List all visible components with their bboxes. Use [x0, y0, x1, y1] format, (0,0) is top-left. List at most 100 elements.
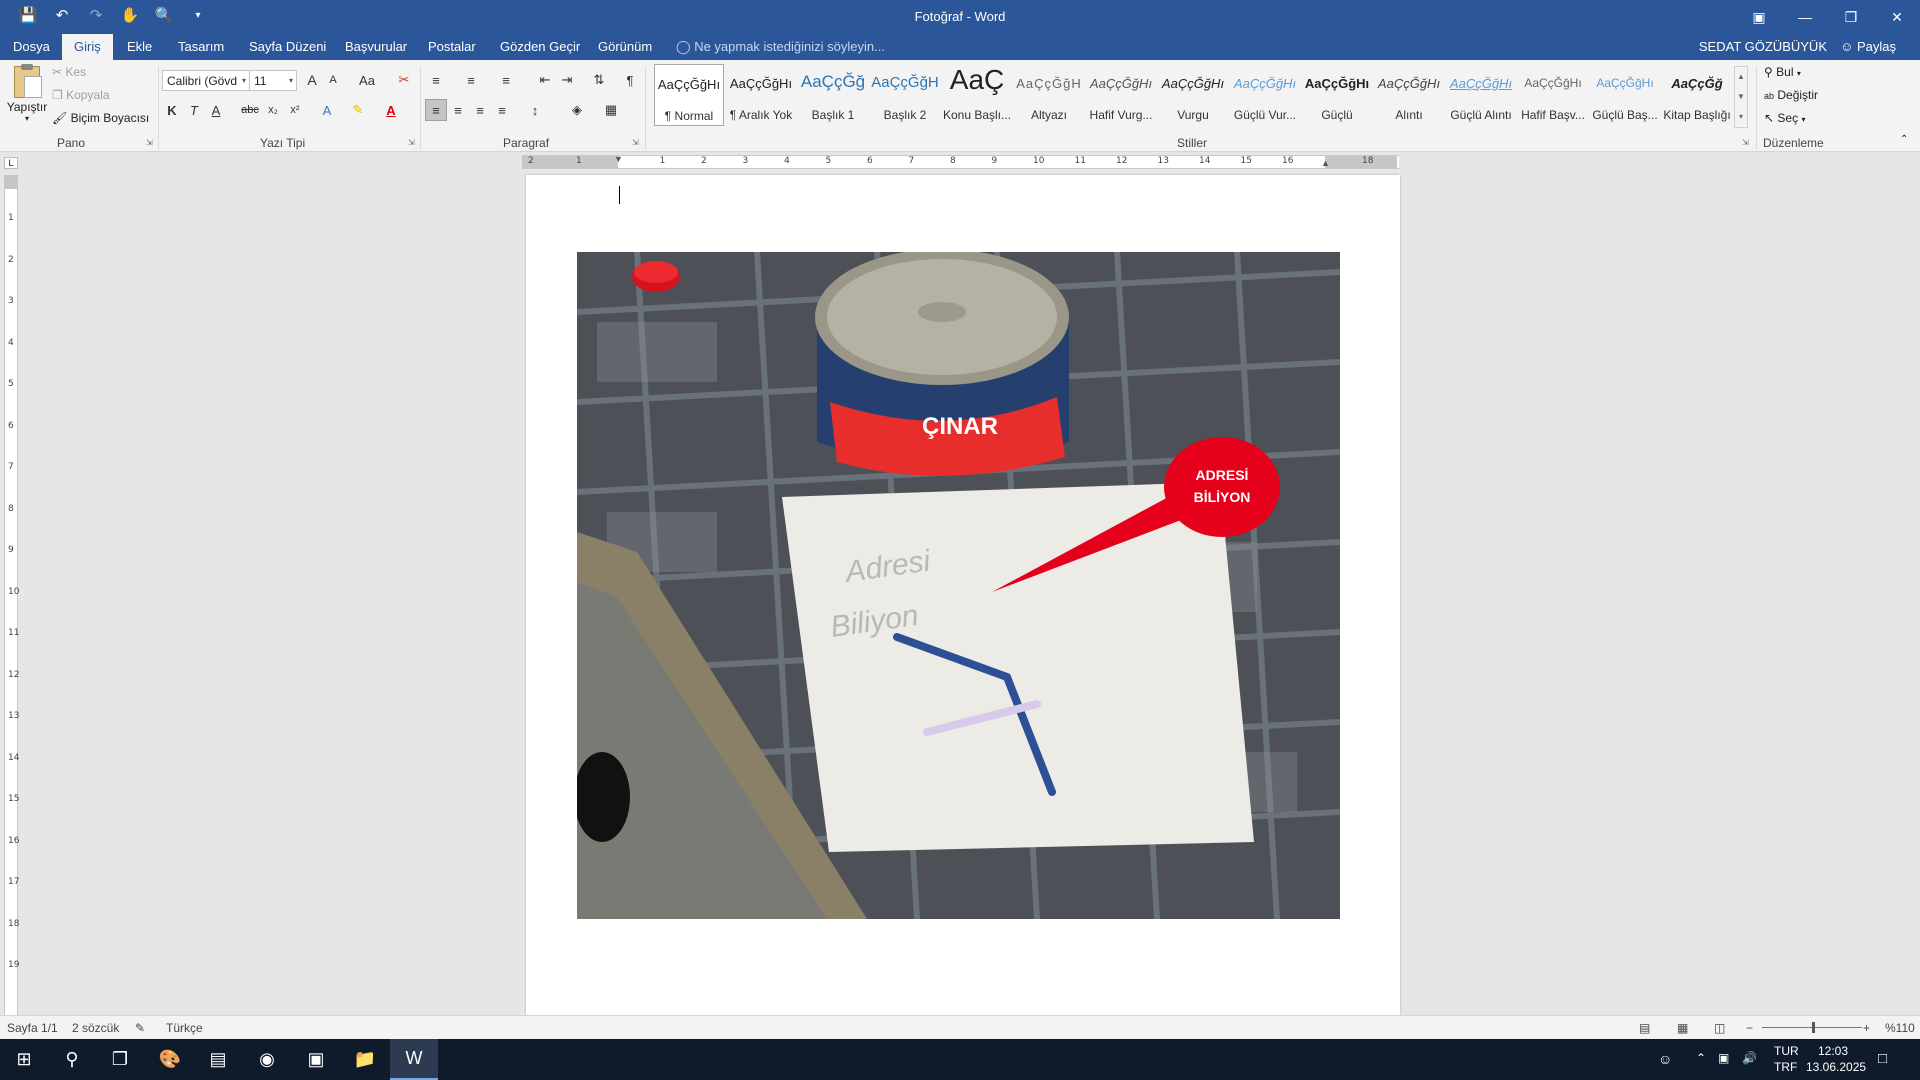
language-bottom[interactable]: TRF	[1774, 1060, 1797, 1074]
network-icon[interactable]: ▣	[1718, 1051, 1729, 1065]
language-indicator[interactable]: Türkçe	[166, 1021, 203, 1035]
tab-ekle[interactable]: Ekle	[127, 39, 152, 54]
language-top[interactable]: TUR	[1774, 1044, 1799, 1058]
align-right-icon[interactable]: ≡	[469, 99, 491, 121]
style-subtitle[interactable]: AaÇçĞğH Altyazı	[1014, 64, 1084, 126]
style-emphasis[interactable]: AaÇçĞğHı Vurgu	[1158, 64, 1228, 126]
copy-button[interactable]: ❐ Kopyala	[52, 88, 109, 102]
tab-gozden-gecir[interactable]: Gözden Geçir	[500, 39, 580, 54]
subscript-button[interactable]: x₂	[262, 99, 284, 121]
style-intense-reference[interactable]: AaÇçĞğHı Güçlü Baş...	[1590, 64, 1660, 126]
gallery-scroll[interactable]: ▲ ▼ ▾	[1734, 66, 1748, 128]
style-heading-2[interactable]: AaÇçĞğH Başlık 2	[870, 64, 940, 126]
style-heading-1[interactable]: AaÇçĞğ Başlık 1	[798, 64, 868, 126]
tab-basvurular[interactable]: Başvurular	[345, 39, 407, 54]
find-button[interactable]: ⚲ Bul ▾	[1764, 65, 1801, 79]
maximize-button[interactable]: ❐	[1828, 0, 1874, 34]
collapse-ribbon-icon[interactable]: ⌃	[1900, 134, 1908, 145]
inserted-photo[interactable]: Adresi Biliyon ÇINAR ADRESİ BİLİYON	[577, 252, 1340, 919]
close-button[interactable]: ✕	[1874, 0, 1920, 34]
print-preview-icon[interactable]: 🔍	[154, 5, 174, 25]
change-case-button[interactable]: Aa	[352, 69, 382, 91]
font-size-combo[interactable]: 11 ▾	[249, 70, 297, 91]
borders-icon[interactable]: ▦	[600, 99, 622, 121]
tab-giris[interactable]: Giriş	[62, 34, 113, 61]
line-spacing-icon[interactable]: ↕	[524, 99, 546, 121]
proofing-icon[interactable]: ✎	[135, 1021, 145, 1035]
grow-font-button[interactable]: A	[301, 69, 323, 91]
style-intense-quote[interactable]: AaÇçĞğHı Güçlü Alıntı	[1446, 64, 1516, 126]
user-name[interactable]: SEDAT GÖZÜBÜYÜK	[1699, 39, 1827, 54]
style-no-spacing[interactable]: AaÇçĞğHı ¶ Aralık Yok	[726, 64, 796, 126]
style-subtle-emphasis[interactable]: AaÇçĞğHı Hafif Vurg...	[1086, 64, 1156, 126]
save-icon[interactable]: 💾	[18, 5, 38, 25]
minimize-button[interactable]: —	[1782, 0, 1828, 34]
right-indent-marker[interactable]: ▲	[1321, 158, 1330, 168]
volume-icon[interactable]: 🔊	[1742, 1051, 1757, 1065]
tell-me-box[interactable]: ◯ Ne yapmak istediğinizi söyleyin...	[676, 39, 885, 55]
styles-launcher-icon[interactable]: ⇲	[1742, 138, 1749, 147]
notepad-app-icon[interactable]: ▤	[194, 1039, 242, 1080]
app-icon[interactable]: ▣	[292, 1039, 340, 1080]
sort-icon[interactable]: ⇅	[588, 69, 610, 91]
numbering-icon[interactable]: ≡	[460, 69, 482, 91]
word-app-icon[interactable]: W	[390, 1039, 438, 1080]
justify-icon[interactable]: ≡	[491, 99, 513, 121]
zoom-out-icon[interactable]: −	[1746, 1021, 1753, 1035]
show-hidden-icons-icon[interactable]: ⌃	[1696, 1051, 1706, 1065]
style-strong[interactable]: AaÇçĞğHı Güçlü	[1302, 64, 1372, 126]
more-styles-icon[interactable]: ▾	[1735, 107, 1747, 127]
multilevel-list-icon[interactable]: ≡	[495, 69, 517, 91]
share-button[interactable]: ☺ Paylaş	[1840, 39, 1896, 54]
style-quote[interactable]: AaÇçĞğHı Alıntı	[1374, 64, 1444, 126]
clear-formatting-icon[interactable]: ✂	[393, 69, 415, 91]
search-icon[interactable]: ⚲	[48, 1039, 96, 1080]
web-layout-icon[interactable]: ◫	[1714, 1021, 1725, 1035]
clipboard-launcher-icon[interactable]: ⇲	[146, 138, 153, 147]
tab-dosya[interactable]: Dosya	[13, 39, 50, 54]
left-indent-marker[interactable]: ▼	[614, 154, 623, 164]
tab-gorunum[interactable]: Görünüm	[598, 39, 652, 54]
style-normal[interactable]: AaÇçĞğHı ¶ Normal	[654, 64, 724, 126]
vertical-ruler[interactable]: 1 2 3 4 5 6 7 8 9 10 11 12 13 14 15 16 17 18 19	[4, 175, 19, 1015]
shading-icon[interactable]: ◈	[566, 99, 588, 121]
style-intense-emphasis[interactable]: AaÇçĞğHı Güçlü Vur...	[1230, 64, 1300, 126]
show-marks-icon[interactable]: ¶	[619, 69, 641, 91]
style-book-title[interactable]: AaÇçĞğ Kitap Başlığı	[1662, 64, 1732, 126]
windows-start-icon[interactable]: ⊞	[0, 1039, 48, 1080]
cut-button[interactable]: ✂ Kes	[52, 65, 86, 79]
select-button[interactable]: ↖ Seç ▾	[1764, 111, 1805, 125]
zoom-slider[interactable]	[1762, 1022, 1862, 1033]
page-indicator[interactable]: Sayfa 1/1	[7, 1021, 58, 1035]
font-launcher-icon[interactable]: ⇲	[408, 138, 415, 147]
print-layout-icon[interactable]: ▦	[1677, 1021, 1688, 1035]
zoom-in-icon[interactable]: +	[1863, 1021, 1870, 1035]
italic-button[interactable]: T	[183, 99, 205, 121]
zoom-slider-thumb[interactable]	[1811, 1022, 1815, 1033]
format-painter-button[interactable]: 🖌 Biçim Boyacısı	[52, 111, 149, 125]
tab-tasarim[interactable]: Tasarım	[178, 39, 224, 54]
style-subtle-reference[interactable]: AaÇçĞğHı Hafif Başv...	[1518, 64, 1588, 126]
notification-icon[interactable]: □	[1878, 1050, 1887, 1067]
replace-button[interactable]: ab Değiştir	[1764, 88, 1818, 102]
strikethrough-button[interactable]: abc	[239, 99, 261, 121]
clock-date[interactable]: 13.06.2025	[1806, 1060, 1866, 1074]
font-color-icon[interactable]: A	[380, 99, 402, 121]
task-view-icon[interactable]: ❐	[96, 1039, 144, 1080]
redo-icon[interactable]: ↷	[86, 5, 106, 25]
people-icon[interactable]: ☺	[1658, 1051, 1672, 1067]
tab-selector[interactable]: L	[4, 157, 18, 169]
paragraph-launcher-icon[interactable]: ⇲	[632, 138, 639, 147]
touch-mode-icon[interactable]: ✋	[120, 5, 140, 25]
customize-qat-icon[interactable]: ▾	[188, 5, 208, 25]
align-center-icon[interactable]: ≡	[447, 99, 469, 121]
read-mode-icon[interactable]: ▤	[1639, 1021, 1650, 1035]
paint-app-icon[interactable]: 🎨	[146, 1039, 194, 1080]
decrease-indent-icon[interactable]: ⇤	[534, 69, 556, 91]
bullets-icon[interactable]: ≡	[425, 69, 447, 91]
shrink-font-button[interactable]: A	[322, 69, 344, 91]
word-count[interactable]: 2 sözcük	[72, 1021, 119, 1035]
undo-icon[interactable]: ↶	[52, 5, 72, 25]
clock-time[interactable]: 12:03	[1818, 1044, 1848, 1058]
scroll-down-icon[interactable]: ▼	[1735, 87, 1747, 107]
